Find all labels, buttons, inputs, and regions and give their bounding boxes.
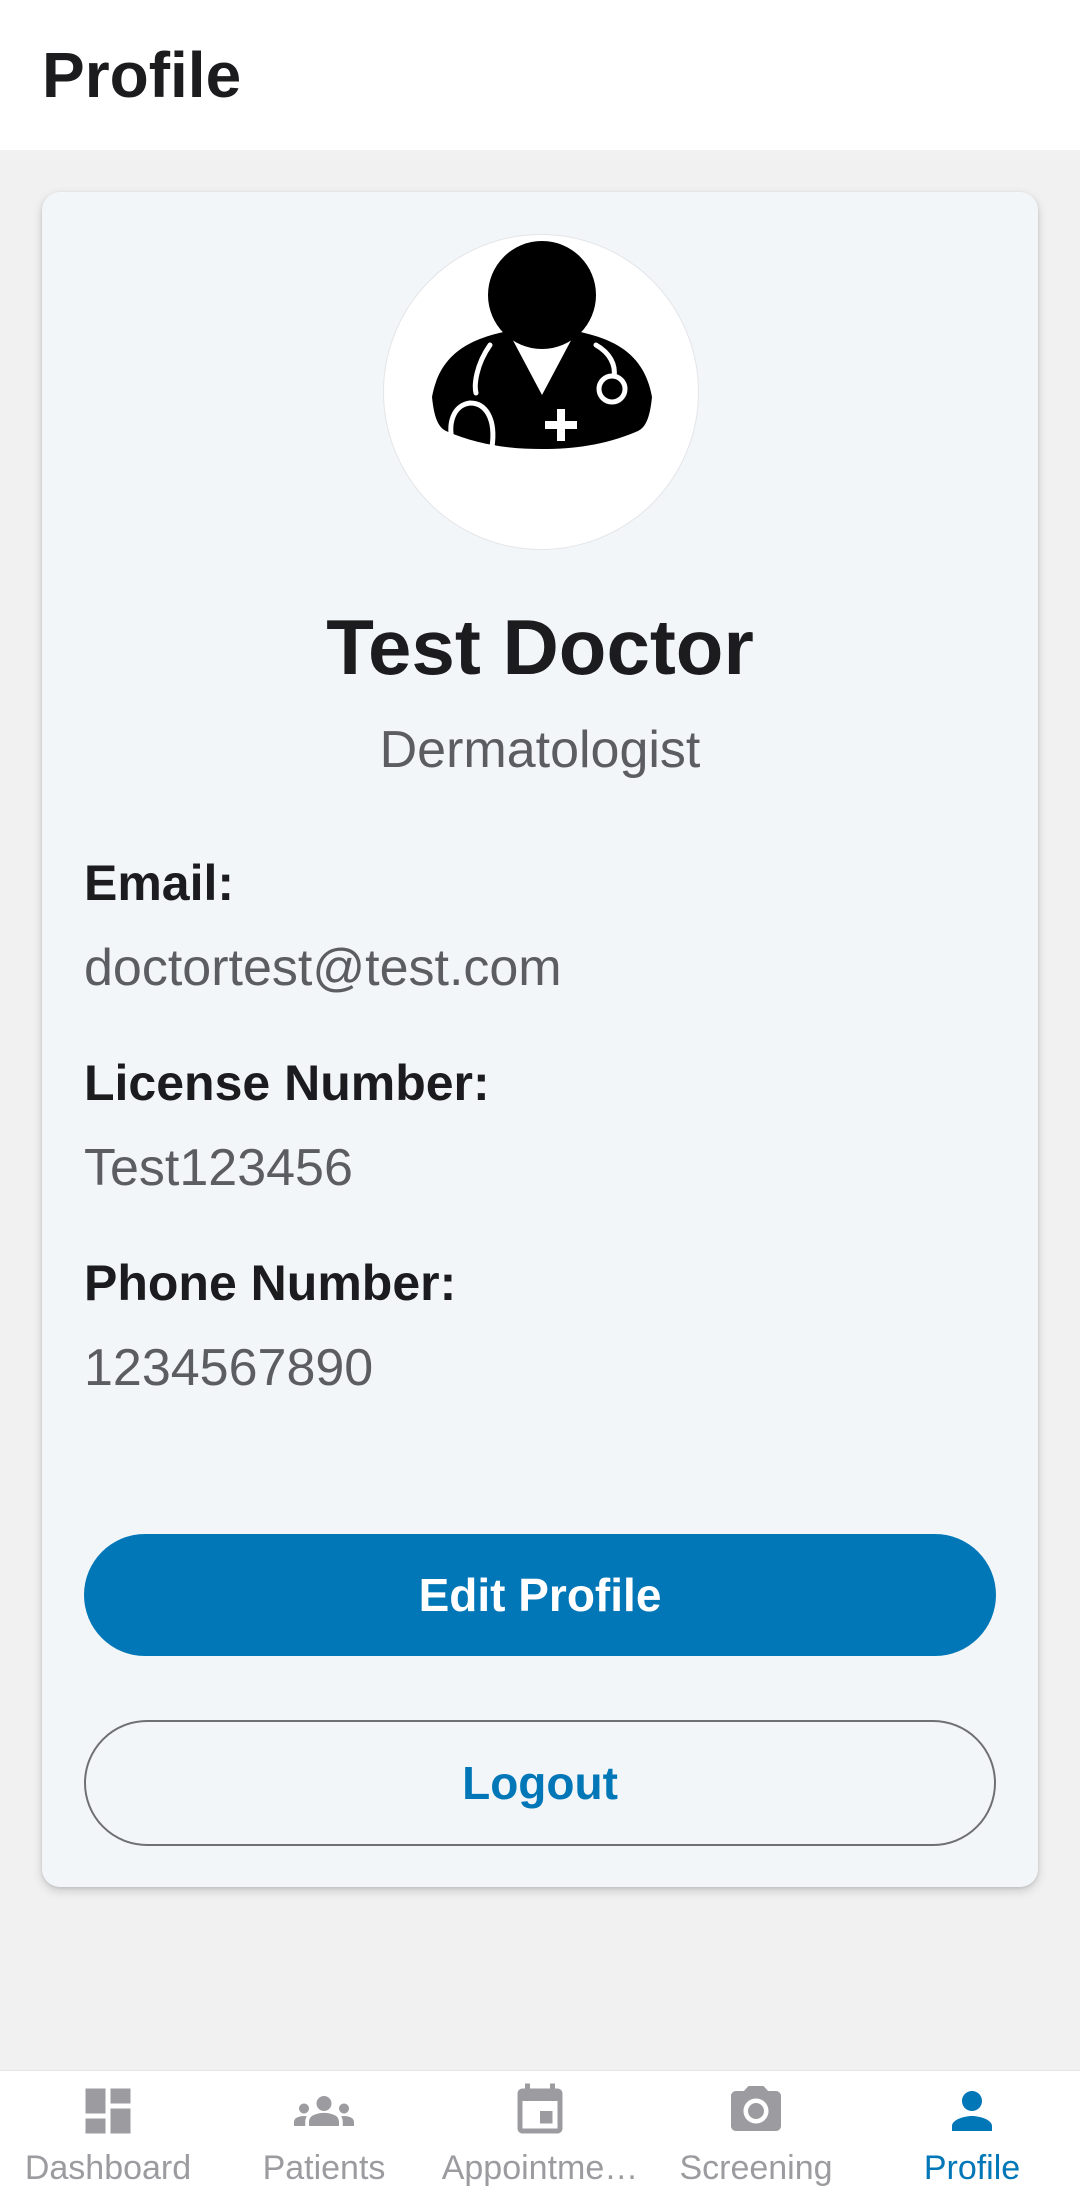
license-number-label: License Number: — [84, 1055, 490, 1111]
tab-screening-label: Screening — [679, 2149, 833, 2187]
bottom-tab-bar: Dashboard Patients Appointme… Screening — [0, 2070, 1080, 2196]
patients-icon — [294, 2081, 354, 2141]
license-number-value: Test123456 — [84, 1139, 353, 1197]
tab-patients[interactable]: Patients — [216, 2071, 432, 2196]
calendar-icon — [510, 2081, 570, 2141]
tab-profile[interactable]: Profile — [864, 2071, 1080, 2196]
doctor-specialty: Dermatologist — [379, 721, 701, 779]
tab-appointments-label: Appointme… — [441, 2149, 639, 2187]
logout-button[interactable]: Logout — [84, 1720, 996, 1846]
tab-profile-label: Profile — [923, 2149, 1021, 2187]
phone-number-label: Phone Number: — [84, 1255, 457, 1311]
camera-icon — [726, 2081, 786, 2141]
tab-screening[interactable]: Screening — [648, 2071, 864, 2196]
person-icon — [942, 2081, 1002, 2141]
phone-number-value: 1234567890 — [84, 1339, 374, 1397]
tab-dashboard-label: Dashboard — [24, 2149, 192, 2187]
doctor-avatar-icon — [383, 234, 699, 550]
tab-appointments[interactable]: Appointme… — [432, 2071, 648, 2196]
page-title: Profile — [42, 39, 242, 111]
doctor-name: Test Doctor — [326, 603, 754, 691]
tab-dashboard[interactable]: Dashboard — [0, 2071, 216, 2196]
app-header: Profile — [0, 0, 1080, 150]
edit-profile-button[interactable]: Edit Profile — [84, 1534, 996, 1656]
tab-patients-label: Patients — [262, 2149, 386, 2187]
profile-screen: Profile Test Doctor Dermatologist Email:… — [0, 0, 1080, 2196]
dashboard-icon — [78, 2081, 138, 2141]
email-value: doctortest@test.com — [84, 939, 562, 997]
email-label: Email: — [84, 855, 235, 911]
profile-card: Test Doctor Dermatologist Email: doctort… — [42, 192, 1038, 1887]
